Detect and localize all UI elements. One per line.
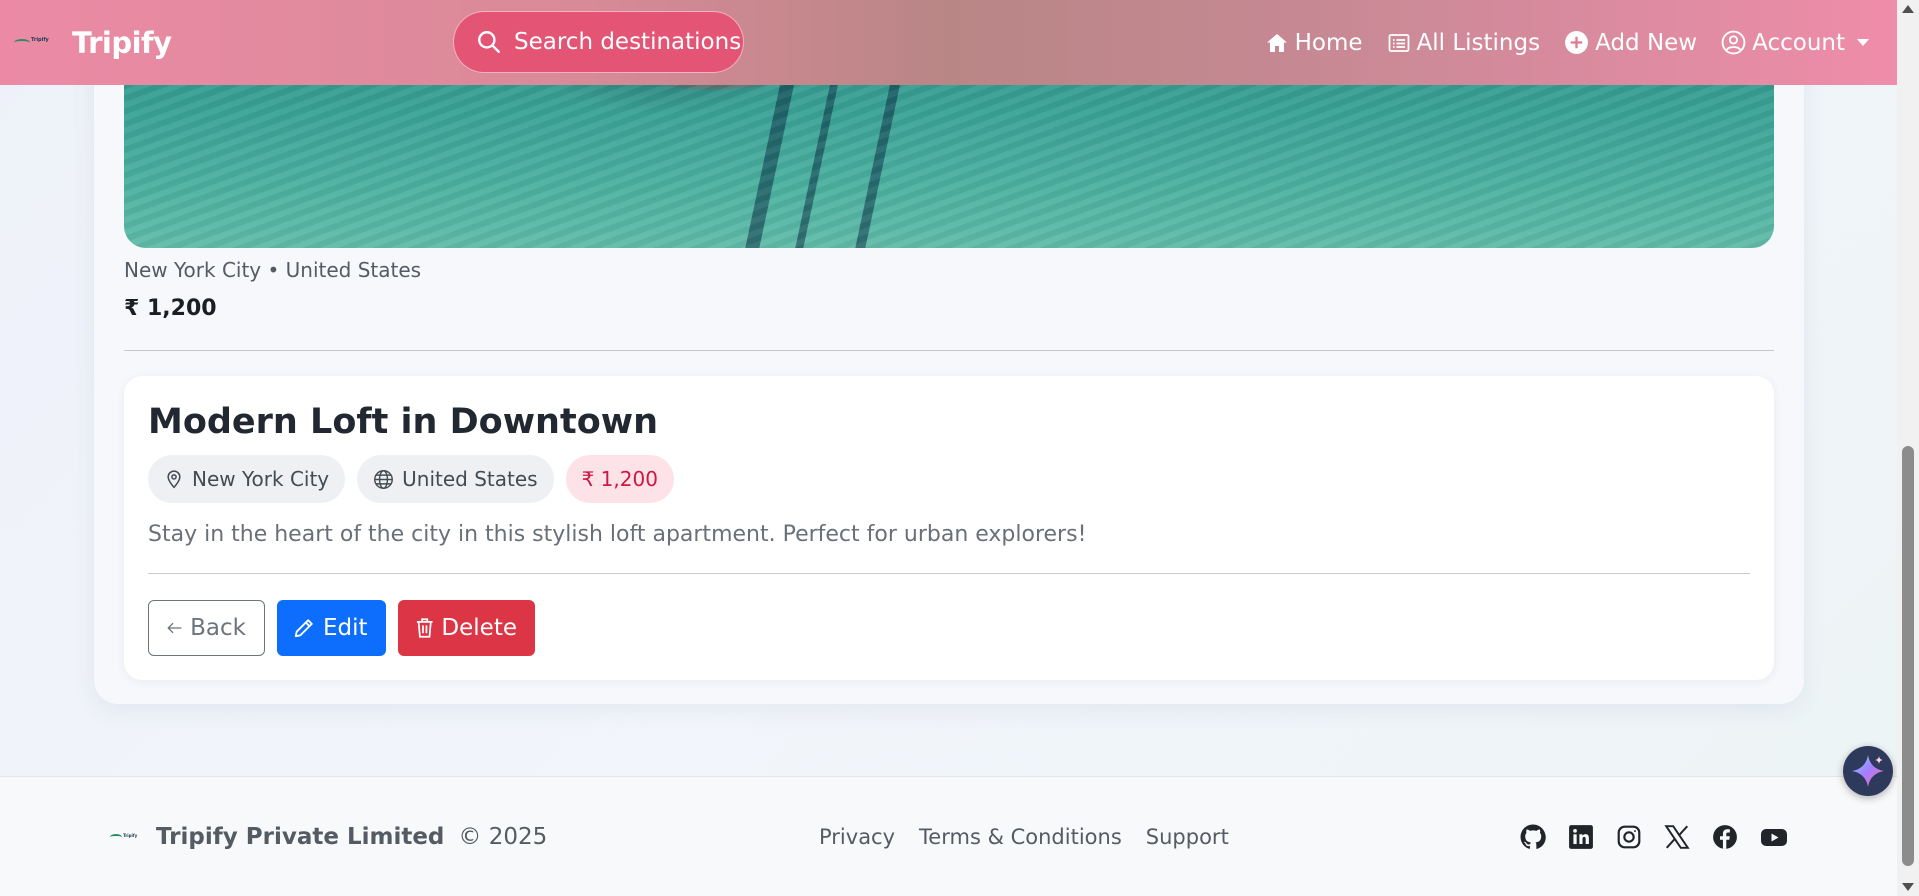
nav-all-listings[interactable]: All Listings [1387,29,1541,56]
home-icon [1266,33,1287,52]
nav-links: Home All Listings Add New Account [1265,0,1869,85]
scroll-thumb[interactable] [1902,446,1914,866]
nav-account-label: Account [1752,29,1845,56]
search-destinations-button[interactable]: Search destinations [453,11,744,73]
scroll-up-arrow-icon[interactable] [1902,5,1914,13]
brand-name[interactable]: Tripify [72,26,172,60]
back-button[interactable]: Back [148,600,265,656]
plus-circle-icon [1565,31,1589,54]
nav-home-label: Home [1294,29,1363,56]
city-chip: New York City [148,455,346,503]
footer-logo-text: Tripify [123,833,138,838]
listing-detail-card: Modern Loft in Downtown New York City Un… [124,376,1774,680]
site-footer: Tripify Tripify Private Limited © 2025 P… [0,776,1897,896]
scroll-down-arrow-icon[interactable] [1902,883,1914,891]
nav-account-dropdown[interactable]: Account [1721,30,1869,56]
action-buttons: Back Edit Delete [148,600,535,656]
footer-links: Privacy Terms & Conditions Support [819,777,1229,896]
listing-title: Modern Loft in Downtown [148,402,658,442]
search-icon [478,31,500,53]
nav-all-listings-label: All Listings [1416,29,1541,56]
globe-icon [374,469,394,489]
instagram-icon[interactable] [1616,824,1642,850]
youtube-icon[interactable] [1760,824,1788,850]
footer-logo: Tripify [110,831,138,843]
x-icon[interactable] [1664,824,1690,850]
edit-button[interactable]: Edit [277,600,386,656]
pencil-icon [294,619,313,638]
nav-home[interactable]: Home [1265,30,1363,56]
ai-assistant-button[interactable] [1843,746,1893,796]
brand-logo: Tripify [14,35,52,51]
edit-button-label: Edit [323,615,368,641]
back-button-label: Back [190,615,246,641]
arrow-left-icon [167,622,182,634]
list-icon [1388,33,1409,52]
user-circle-icon [1721,30,1746,55]
sparkle-icon [1852,755,1884,787]
section-divider [124,350,1774,351]
footer-link-terms[interactable]: Terms & Conditions [919,825,1122,849]
brand-logo-text: Tripify [31,36,49,43]
listing-location-line: New York City • United States [124,258,422,282]
footer-link-privacy[interactable]: Privacy [819,825,895,849]
country-chip: United States [357,455,554,503]
github-icon[interactable] [1520,824,1546,850]
delete-button[interactable]: Delete [398,600,535,656]
footer-social-links [1520,777,1788,896]
trash-icon [416,618,433,638]
city-chip-label: New York City [192,467,330,491]
footer-link-support[interactable]: Support [1146,825,1229,849]
price-chip-label: ₹ 1,200 [581,467,658,491]
country-chip-label: United States [402,467,538,491]
nav-add-new-label: Add New [1595,29,1698,56]
page-scrollbar[interactable] [1897,0,1919,896]
listing-meta-chips: New York City United States ₹ 1,200 [148,455,674,503]
brand[interactable]: Tripify Tripify [14,0,172,85]
facebook-icon[interactable] [1712,824,1738,850]
listing-price-line: ₹ 1,200 [124,296,217,321]
map-pin-icon [167,470,181,489]
footer-company-name: Tripify Private Limited [156,824,445,850]
delete-button-label: Delete [441,615,517,641]
nav-add-new[interactable]: Add New [1564,30,1697,56]
linkedin-icon[interactable] [1568,824,1594,850]
price-chip: ₹ 1,200 [565,455,674,503]
detail-divider [148,573,1750,574]
footer-brand: Tripify Tripify Private Limited © 2025 [110,777,547,896]
chevron-down-icon [1857,39,1869,46]
listing-description: Stay in the heart of the city in this st… [148,522,1087,547]
search-label: Search destinations [514,29,742,55]
footer-copyright: © 2025 [458,824,548,850]
top-navbar: Tripify Tripify Search destinations Home… [0,0,1897,85]
